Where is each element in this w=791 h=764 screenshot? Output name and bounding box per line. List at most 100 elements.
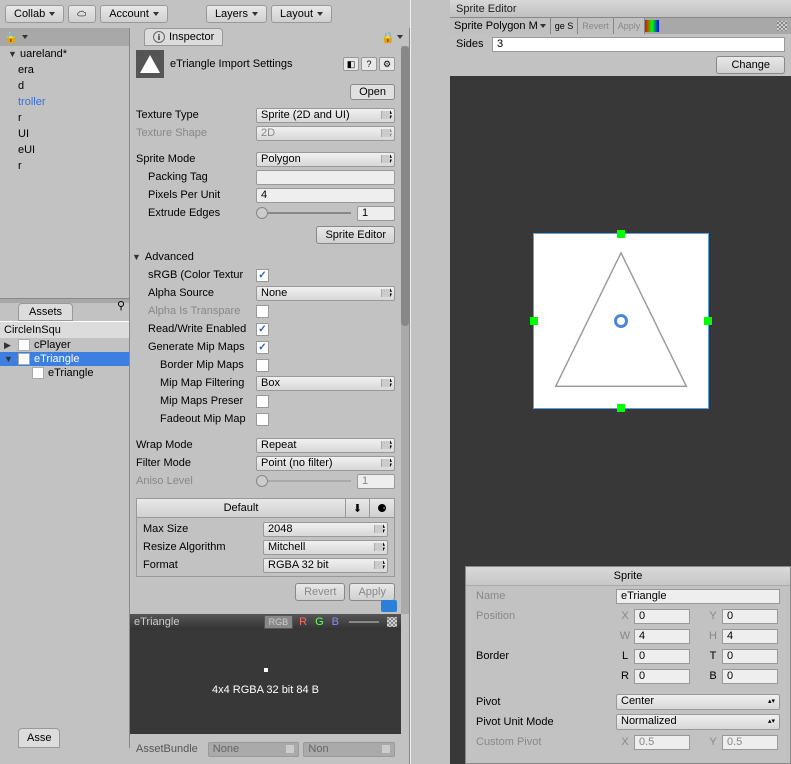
filter-mode-select[interactable]: Point (no filter)▴▾ [256, 456, 395, 471]
name-input[interactable] [616, 589, 780, 604]
border-b-input[interactable] [722, 669, 778, 684]
extrude-edges-slider[interactable] [256, 206, 395, 221]
texture-shape-select: 2D▴▾ [256, 126, 395, 141]
pivot-unit-mode-select[interactable]: Normalized▴▾ [616, 714, 780, 730]
assets-tab[interactable]: Assets [18, 303, 73, 321]
srgb-checkbox[interactable]: ✓ [256, 269, 269, 282]
format-select[interactable]: RGBA 32 bit▴▾ [263, 558, 388, 573]
layout-button[interactable]: Layout [271, 5, 332, 23]
revert-button[interactable]: Revert [295, 583, 345, 601]
gen-mipmaps-checkbox[interactable]: ✓ [256, 341, 269, 354]
lock-icon[interactable]: 🔒 [381, 31, 395, 44]
rgb-icon[interactable] [645, 20, 659, 32]
position-w-input[interactable] [634, 629, 690, 644]
hierarchy-item[interactable]: eUI [0, 142, 129, 158]
hierarchy-item[interactable]: d [0, 78, 129, 94]
resize-algo-select[interactable]: Mitchell▴▾ [263, 540, 388, 555]
assetbundle-variant-select[interactable]: Non [303, 742, 395, 757]
standalone-platform-icon[interactable]: ⬇ [346, 499, 370, 517]
g-channel[interactable]: G [313, 616, 326, 628]
handle-right[interactable] [704, 317, 712, 325]
change-button[interactable]: Change [716, 56, 785, 74]
hierarchy-header[interactable]: 🔒 [0, 28, 129, 46]
r-channel[interactable]: R [297, 616, 309, 628]
collab-button[interactable]: Collab [5, 5, 64, 23]
project-item[interactable]: ▶cPlayer [0, 338, 129, 352]
project-subitem[interactable]: eTriangle [0, 366, 129, 380]
border-l-input[interactable] [634, 649, 690, 664]
hierarchy-item[interactable]: UI [0, 126, 129, 142]
sides-label: Sides [456, 38, 486, 50]
inspector-tab[interactable]: i Inspector [144, 28, 223, 46]
help-icon[interactable]: ? [361, 57, 377, 71]
ge-s-button[interactable]: ge S [551, 18, 579, 34]
revert-button[interactable]: Revert [578, 18, 614, 34]
hierarchy-item[interactable]: troller [0, 94, 129, 110]
texture-type-select[interactable]: Sprite (2D and UI)▴▾ [256, 108, 395, 123]
rgb-button[interactable]: RGB [264, 615, 294, 629]
apply-button[interactable]: Apply [614, 18, 646, 34]
sprite-editor-title: Sprite Editor [450, 0, 791, 18]
hierarchy-item[interactable]: era [0, 62, 129, 78]
project-item-selected[interactable]: ▼eTriangle [0, 352, 129, 366]
aniso-level-slider [256, 474, 395, 489]
read-write-checkbox[interactable]: ✓ [256, 323, 269, 336]
filter-icon[interactable]: ⚲ [117, 299, 125, 303]
sprite-editor-button[interactable]: Sprite Editor [316, 226, 395, 244]
breadcrumb[interactable]: CircleInSqu [0, 321, 129, 338]
texture-type-label: Texture Type [136, 109, 256, 121]
mip-slider[interactable] [349, 621, 379, 623]
component-icon[interactable]: ◧ [343, 57, 359, 71]
sprite-editor-window: Sprite Editor Sprite Polygon M ge S Reve… [450, 0, 791, 764]
tag-icon[interactable] [381, 600, 397, 612]
hierarchy-item[interactable]: r [0, 158, 129, 174]
apply-button[interactable]: Apply [349, 583, 395, 601]
scene-row[interactable]: ▼ uareland* [0, 46, 129, 62]
sprite-mode-select[interactable]: Polygon▴▾ [256, 152, 395, 167]
mipmap-filter-select[interactable]: Box▴▾ [256, 376, 395, 391]
packing-tag-input[interactable] [256, 170, 395, 185]
open-button[interactable]: Open [350, 84, 395, 100]
sprite-canvas[interactable] [450, 76, 791, 566]
mipmaps-preserve-checkbox[interactable] [256, 395, 269, 408]
position-x-input[interactable] [634, 609, 690, 624]
name-label: Name [476, 590, 616, 602]
project-panel: ⚲ Assets CircleInSqu ▶cPlayer ▼eTriangle… [0, 298, 130, 748]
advanced-section[interactable]: ▼Advanced [130, 248, 401, 266]
handle-bottom[interactable] [617, 404, 625, 412]
border-r-input[interactable] [634, 669, 690, 684]
pixels-per-unit-label: Pixels Per Unit [136, 189, 256, 201]
handle-left[interactable] [530, 317, 538, 325]
asse-tab[interactable]: Asse [18, 728, 60, 748]
alpha-icon[interactable] [387, 617, 397, 627]
border-t-input[interactable] [722, 649, 778, 664]
sprite-bounds[interactable] [533, 233, 709, 409]
cloud-button[interactable] [68, 5, 96, 23]
scroll-thumb[interactable] [401, 46, 409, 326]
position-y-input[interactable] [722, 609, 778, 624]
pivot-handle[interactable] [614, 314, 628, 328]
hierarchy-item[interactable]: r [0, 110, 129, 126]
scrollbar[interactable] [401, 46, 409, 614]
layers-button[interactable]: Layers [206, 5, 267, 23]
border-mipmaps-checkbox[interactable] [256, 359, 269, 372]
lock-icon: 🔒 [4, 31, 18, 44]
handle-top[interactable] [617, 230, 625, 238]
wrap-mode-select[interactable]: Repeat▴▾ [256, 438, 395, 453]
gear-icon[interactable]: ⚙ [379, 57, 395, 71]
assetbundle-select[interactable]: None [208, 742, 300, 757]
fadeout-mipmaps-checkbox[interactable] [256, 413, 269, 426]
alpha-source-select[interactable]: None▴▾ [256, 286, 395, 301]
position-h-input[interactable] [722, 629, 778, 644]
max-size-select[interactable]: 2048▴▾ [263, 522, 388, 537]
b-channel[interactable]: B [330, 616, 341, 628]
default-platform-button[interactable]: Default [137, 499, 346, 517]
account-button[interactable]: Account [100, 5, 168, 23]
alpha-icon[interactable] [777, 21, 787, 31]
sprite-properties-panel: Sprite Name PositionXY WH BorderLT RB Pi… [465, 566, 791, 764]
sides-input[interactable] [492, 37, 785, 52]
pivot-select[interactable]: Center▴▾ [616, 694, 780, 710]
android-platform-icon[interactable]: ⚈ [370, 499, 394, 517]
polygon-mode-button[interactable]: Sprite Polygon M [450, 18, 551, 34]
pixels-per-unit-input[interactable] [256, 188, 395, 203]
